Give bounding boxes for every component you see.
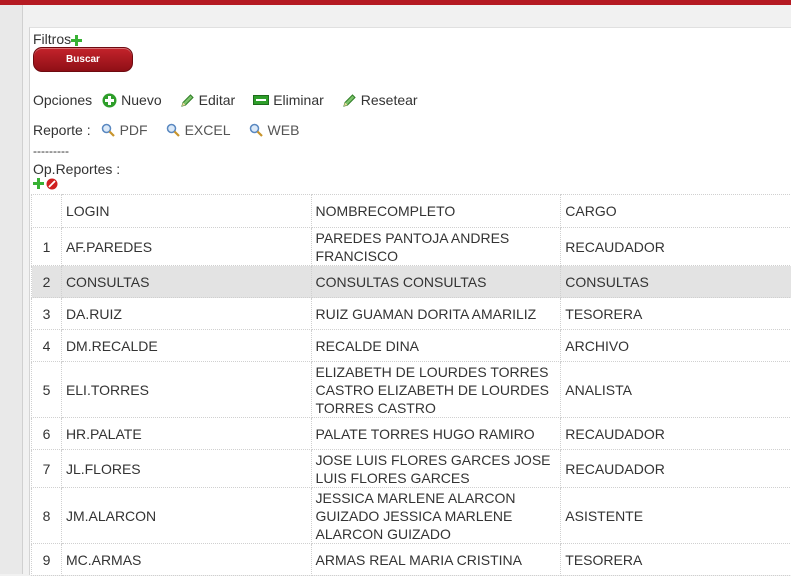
report-bar: Reporte : PDF EXCEL WEB (33, 122, 317, 138)
reset-label: Resetear (361, 92, 418, 108)
row-number: 1 (32, 228, 62, 266)
report-pdf-link[interactable]: PDF (101, 122, 148, 138)
report-web-label: WEB (268, 122, 300, 138)
column-header-nombre[interactable]: NOMBRECOMPLETO (311, 195, 561, 228)
cell-login: CONSULTAS (61, 266, 311, 298)
cell-login: JL.FLORES (61, 450, 311, 488)
minus-icon (253, 94, 269, 106)
column-header-cargo[interactable]: CARGO (561, 195, 791, 228)
separator-text: --------- (33, 145, 69, 157)
table-row[interactable]: 3 DA.RUIZ RUIZ GUAMAN DORITA AMARILIZ TE… (32, 298, 791, 330)
plus-icon (102, 93, 117, 108)
row-number: 8 (32, 488, 62, 544)
cell-nombre: JESSICA MARLENE ALARCON GUIZADO JESSICA … (311, 488, 561, 544)
table-header-row: LOGIN NOMBRECOMPLETO CARGO (32, 195, 791, 228)
row-number: 9 (32, 544, 62, 576)
cell-cargo: CONSULTAS (561, 266, 791, 298)
table-row[interactable]: 1 AF.PAREDES PAREDES PANTOJA ANDRES FRAN… (32, 228, 791, 266)
edit-label: Editar (199, 92, 236, 108)
add-report-icon[interactable] (33, 178, 44, 189)
report-pdf-label: PDF (120, 122, 148, 138)
main-panel: Filtros Buscar Opciones Nuevo Editar Eli… (29, 27, 791, 575)
magnifier-icon (166, 123, 180, 137)
cell-nombre: PAREDES PANTOJA ANDRES FRANCISCO (311, 228, 561, 266)
report-excel-label: EXCEL (185, 122, 231, 138)
filters-label: Filtros (33, 31, 71, 47)
add-filter-icon[interactable] (71, 35, 82, 46)
reset-button[interactable]: Resetear (342, 92, 418, 108)
table-row[interactable]: 9 MC.ARMAS ARMAS REAL MARIA CRISTINA TES… (32, 544, 791, 576)
row-number: 2 (32, 266, 62, 298)
magnifier-icon (249, 123, 263, 137)
filters-header: Filtros (33, 31, 82, 47)
delete-label: Eliminar (273, 92, 324, 108)
new-button[interactable]: Nuevo (102, 92, 161, 108)
row-number-header (32, 195, 62, 228)
new-label: Nuevo (121, 92, 161, 108)
op-reports-label: Op.Reportes : (33, 161, 120, 177)
cell-login: AF.PAREDES (61, 228, 311, 266)
cell-cargo: RECAUDADOR (561, 228, 791, 266)
table-row[interactable]: 7 JL.FLORES JOSE LUIS FLORES GARCES JOSE… (32, 450, 791, 488)
cell-cargo: RECAUDADOR (561, 418, 791, 450)
pencil-icon (180, 93, 195, 108)
pencil-icon (342, 93, 357, 108)
cell-login: MC.ARMAS (61, 544, 311, 576)
cell-nombre: RECALDE DINA (311, 330, 561, 362)
cell-login: DM.RECALDE (61, 330, 311, 362)
cell-nombre: JOSE LUIS FLORES GARCES JOSE LUIS FLORES… (311, 450, 561, 488)
row-number: 7 (32, 450, 62, 488)
table-row[interactable]: 5 ELI.TORRES ELIZABETH DE LOURDES TORRES… (32, 362, 791, 418)
cell-login: ELI.TORRES (61, 362, 311, 418)
column-header-login[interactable]: LOGIN (61, 195, 311, 228)
row-number: 3 (32, 298, 62, 330)
cell-cargo: ANALISTA (561, 362, 791, 418)
options-label: Opciones (33, 92, 92, 108)
cell-nombre: CONSULTAS CONSULTAS (311, 266, 561, 298)
cell-login: DA.RUIZ (61, 298, 311, 330)
top-accent-bar (0, 0, 791, 5)
cell-cargo: ARCHIVO (561, 330, 791, 362)
delete-button[interactable]: Eliminar (253, 92, 324, 108)
op-reports-actions (33, 178, 58, 190)
cell-nombre: ELIZABETH DE LOURDES TORRES CASTRO ELIZA… (311, 362, 561, 418)
row-number: 4 (32, 330, 62, 362)
users-table: LOGIN NOMBRECOMPLETO CARGO 1 AF.PAREDES … (31, 194, 791, 576)
table-row[interactable]: 8 JM.ALARCON JESSICA MARLENE ALARCON GUI… (32, 488, 791, 544)
cell-cargo: ASISTENTE (561, 488, 791, 544)
cell-cargo: RECAUDADOR (561, 450, 791, 488)
magnifier-icon (101, 123, 115, 137)
row-number: 6 (32, 418, 62, 450)
table-row[interactable]: 4 DM.RECALDE RECALDE DINA ARCHIVO (32, 330, 791, 362)
left-gutter (0, 5, 23, 574)
report-web-link[interactable]: WEB (249, 122, 300, 138)
report-label: Reporte : (33, 122, 91, 138)
search-button[interactable]: Buscar (33, 47, 133, 72)
options-bar: Opciones Nuevo Editar Eliminar Resetear (33, 92, 436, 108)
table-row[interactable]: 6 HR.PALATE PALATE TORRES HUGO RAMIRO RE… (32, 418, 791, 450)
cell-login: HR.PALATE (61, 418, 311, 450)
cell-login: JM.ALARCON (61, 488, 311, 544)
table-row[interactable]: 2 CONSULTAS CONSULTAS CONSULTAS CONSULTA… (32, 266, 791, 298)
remove-report-icon[interactable] (46, 178, 58, 190)
cell-cargo: TESORERA (561, 298, 791, 330)
cell-nombre: ARMAS REAL MARIA CRISTINA (311, 544, 561, 576)
cell-cargo: TESORERA (561, 544, 791, 576)
edit-button[interactable]: Editar (180, 92, 236, 108)
cell-nombre: RUIZ GUAMAN DORITA AMARILIZ (311, 298, 561, 330)
report-excel-link[interactable]: EXCEL (166, 122, 231, 138)
row-number: 5 (32, 362, 62, 418)
cell-nombre: PALATE TORRES HUGO RAMIRO (311, 418, 561, 450)
